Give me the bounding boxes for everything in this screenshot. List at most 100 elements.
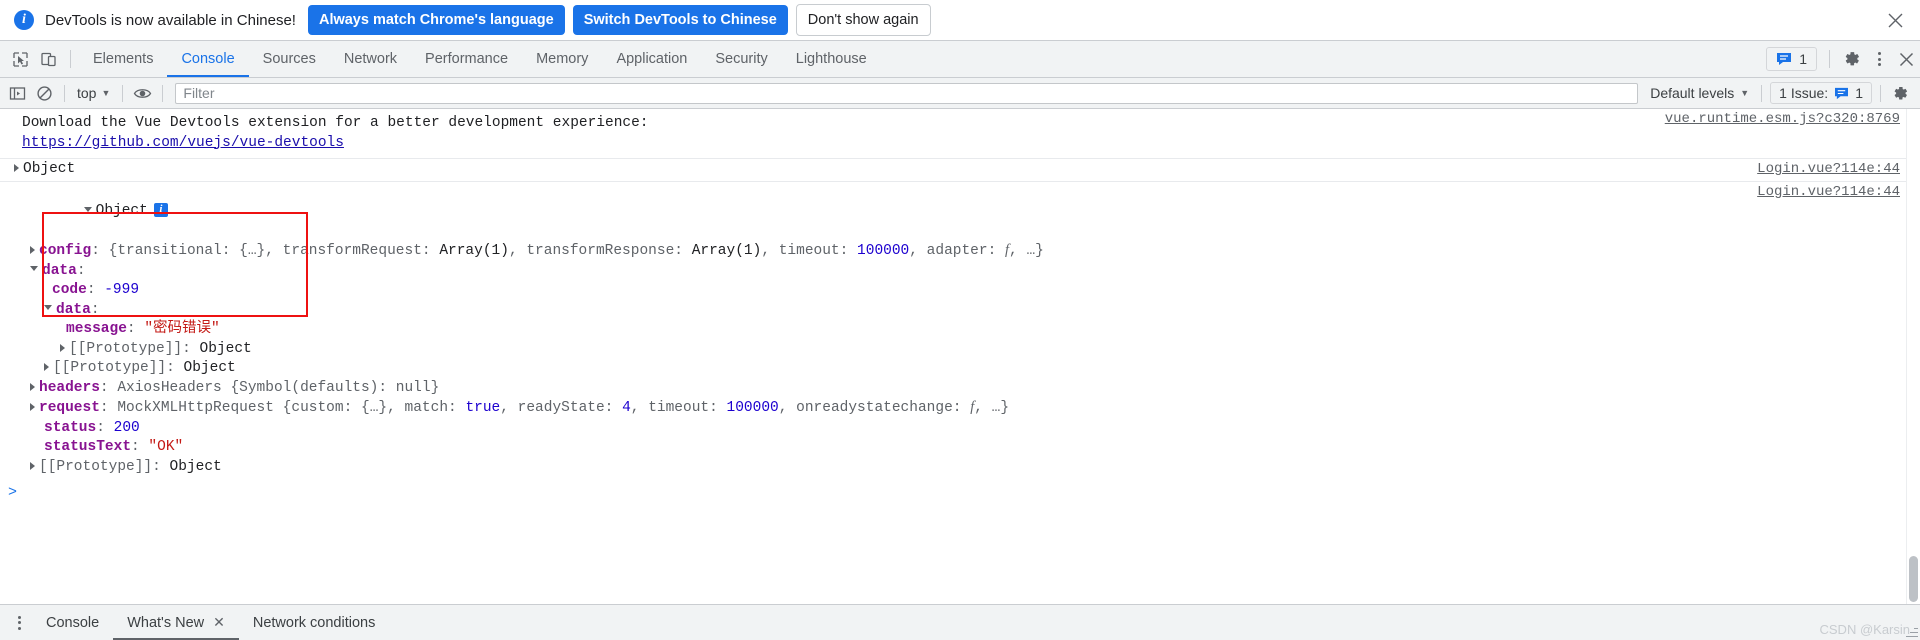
clear-console-icon[interactable]	[31, 81, 58, 106]
vue-devtools-link[interactable]: https://github.com/vuejs/vue-devtools	[22, 135, 344, 151]
property-row-message: message: "密码错误"	[66, 321, 220, 337]
switch-devtools-language-button[interactable]: Switch DevTools to Chinese	[572, 5, 788, 35]
value-transformResponse: Array(1)	[691, 243, 762, 259]
execution-context-selector[interactable]: top ▼	[71, 83, 116, 103]
tab-elements[interactable]: Elements	[79, 41, 167, 77]
resize-corner-icon[interactable]	[1905, 625, 1918, 638]
execution-context-label: top	[77, 85, 97, 101]
kebab-menu-icon[interactable]	[1866, 46, 1892, 72]
value-headers-class: AxiosHeaders	[117, 379, 222, 396]
value-request-class: MockXMLHttpRequest	[117, 400, 274, 416]
key-onreadystatechange: onreadystatechange	[796, 400, 953, 416]
kebab-menu-icon[interactable]	[6, 610, 32, 636]
tab-sources[interactable]: Sources	[249, 41, 330, 77]
value-statusText: "OK"	[148, 439, 184, 455]
request-ellipsis: …}	[991, 400, 1010, 416]
devtools-window: i DevTools is now available in Chinese! …	[0, 0, 1920, 640]
expand-triangle-icon[interactable]	[60, 343, 65, 352]
tab-network[interactable]: Network	[330, 41, 411, 77]
value-code: -999	[104, 282, 140, 298]
property-row-config: config: {transitional: {…}, transformReq…	[0, 241, 1920, 262]
console-message-object-expanded: Object i Login.vue?114e:44 config: {trans…	[0, 182, 1920, 479]
always-match-language-button[interactable]: Always match Chrome's language	[307, 5, 565, 35]
message-count: 1	[1799, 51, 1807, 67]
property-row-status: status: 200	[44, 419, 140, 436]
prototype-value: Object	[183, 360, 236, 376]
watermark: CSDN @Karsin	[1819, 622, 1911, 637]
tab-lighthouse[interactable]: Lighthouse	[782, 41, 881, 77]
value-timeout: 100000	[857, 243, 910, 259]
property-row-code: code: -999	[52, 282, 140, 298]
toolbar-divider-2	[122, 84, 124, 102]
console-scrollbar-thumb[interactable]	[1909, 556, 1918, 602]
property-row-statusText: statusText: "OK"	[44, 439, 184, 455]
info-badge-icon: i	[153, 203, 168, 218]
property-row-inner-data: data:	[0, 301, 1920, 321]
tab-memory[interactable]: Memory	[522, 41, 602, 77]
value-readyState: 4	[622, 400, 631, 416]
drawer-tab-label: What's New	[127, 614, 205, 631]
key-custom: custom	[291, 400, 344, 416]
drawer-tab-whats-new[interactable]: What's New ✕	[113, 605, 239, 640]
source-link-vue-runtime[interactable]: vue.runtime.esm.js?c320:8769	[1665, 111, 1900, 127]
infobar-message: DevTools is now available in Chinese!	[45, 11, 296, 29]
drawer-tab-network-conditions[interactable]: Network conditions	[239, 605, 390, 640]
prompt-arrow-icon: >	[8, 484, 18, 501]
expand-triangle-icon[interactable]	[30, 382, 35, 391]
tab-application[interactable]: Application	[602, 41, 701, 77]
chevron-down-icon: ▼	[1740, 88, 1750, 98]
expand-triangle-icon[interactable]	[44, 363, 49, 372]
log-levels-selector[interactable]: Default levels ▼	[1644, 83, 1755, 103]
console-prompt[interactable]: >	[0, 478, 1920, 501]
gear-icon[interactable]	[1887, 81, 1914, 106]
collapse-triangle-icon[interactable]	[44, 305, 52, 311]
drawer-tab-console[interactable]: Console	[32, 605, 113, 640]
message-count-badge[interactable]: 1	[1766, 47, 1817, 71]
expand-triangle-icon[interactable]	[30, 403, 35, 412]
collapse-triangle-icon[interactable]	[30, 266, 38, 272]
device-toolbar-icon[interactable]	[34, 45, 62, 73]
log-levels-label: Default levels	[1650, 85, 1735, 101]
expand-triangle-icon[interactable]	[30, 461, 35, 470]
collapse-triangle-icon[interactable]	[83, 206, 92, 212]
filter-input[interactable]	[175, 82, 1639, 104]
issues-badge[interactable]: 1 Issue: 1	[1770, 82, 1872, 104]
tab-security[interactable]: Security	[701, 41, 781, 77]
toolbar-divider	[64, 84, 65, 102]
close-icon[interactable]: ✕	[213, 614, 225, 631]
close-icon[interactable]	[1892, 45, 1920, 73]
close-icon[interactable]	[1882, 7, 1908, 33]
console-toolbar: top ▼ Default levels ▼ 1 Issue: 1	[0, 78, 1920, 109]
value-transitional: {…}	[239, 243, 266, 259]
expand-triangle-icon[interactable]	[30, 246, 35, 255]
source-link-login-1[interactable]: Login.vue?114e:44	[1757, 161, 1900, 177]
toolbar-divider-5	[1880, 84, 1881, 102]
info-icon: i	[14, 10, 34, 30]
console-output[interactable]: Download the Vue Devtools extension for …	[0, 109, 1920, 604]
expand-triangle-icon[interactable]	[14, 164, 19, 173]
property-row-headers: headers: AxiosHeaders {Symbol(defaults):…	[0, 379, 1920, 399]
dont-show-again-button[interactable]: Don't show again	[795, 4, 931, 36]
property-row-request: request: MockXMLHttpRequest {custom: {…}…	[0, 398, 1920, 419]
key-request: request	[39, 400, 100, 416]
inspect-element-icon[interactable]	[6, 45, 34, 73]
panel-tabs: Elements Console Sources Network Perform…	[79, 41, 881, 77]
console-sidebar-icon[interactable]	[4, 81, 31, 106]
drawer-tab-label: Console	[46, 614, 100, 631]
source-link-login-2[interactable]: Login.vue?114e:44	[1757, 184, 1900, 200]
devtools-tabbar: Elements Console Sources Network Perform…	[0, 41, 1920, 78]
tab-performance[interactable]: Performance	[411, 41, 522, 77]
value-match: true	[465, 400, 501, 416]
key-config: config	[39, 243, 92, 259]
key-status: status	[44, 419, 97, 436]
console-message-object-collapsed: Object Login.vue?114e:44	[0, 159, 1920, 182]
gear-icon[interactable]	[1838, 45, 1866, 73]
language-infobar: i DevTools is now available in Chinese! …	[0, 0, 1920, 41]
console-scrollbar[interactable]	[1906, 109, 1920, 604]
vue-message-line-1: Download the Vue Devtools extension for …	[22, 115, 649, 131]
live-expression-icon[interactable]	[129, 81, 156, 106]
tab-console[interactable]: Console	[167, 41, 248, 77]
property-row-data: data:	[0, 262, 1920, 282]
message-icon	[1777, 53, 1792, 65]
message-icon	[1835, 87, 1849, 99]
